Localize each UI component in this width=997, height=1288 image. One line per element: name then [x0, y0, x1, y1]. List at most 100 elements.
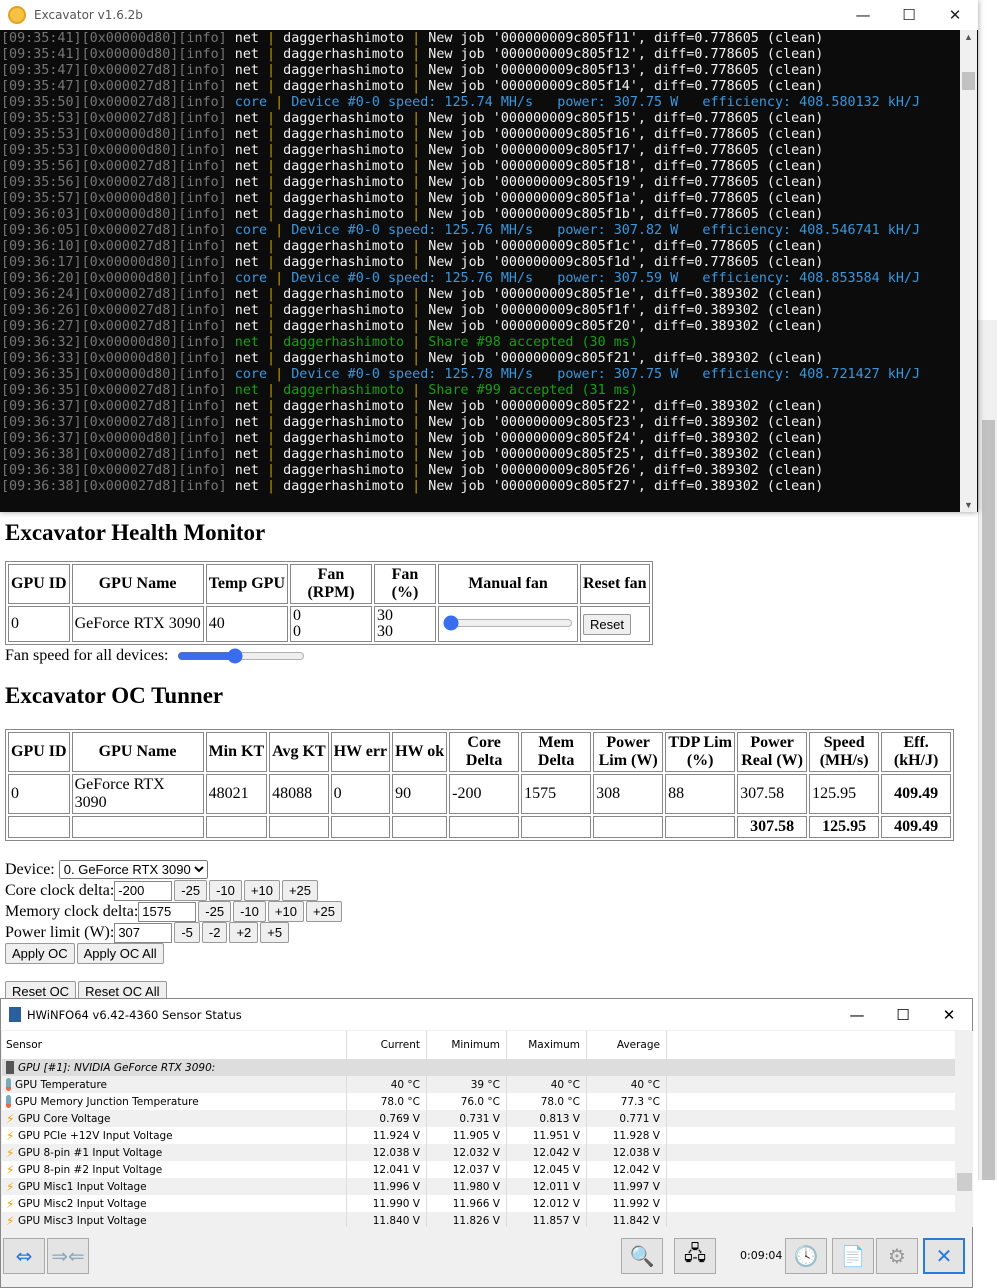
- value-text: 40 °C: [550, 1078, 580, 1091]
- sensor-value: 11.951 V: [507, 1127, 587, 1144]
- sensor-row[interactable]: ⚡ GPU Misc3 Input Voltage 11.840 V 11.826 V…: [2, 1212, 955, 1227]
- column-header[interactable]: Average: [587, 1031, 667, 1059]
- power-step-button[interactable]: +5: [260, 922, 290, 943]
- hwinfo-toolbar: ⇔ ⇒⇐ 🔍 🖧 0:09:04 🕓 📄 ⚙ ✕: [1, 1229, 972, 1287]
- device-select[interactable]: 0. GeForce RTX 3090: [58, 860, 208, 879]
- sensor-row[interactable]: ⚡ GPU 8-pin #2 Input Voltage 12.041 V 12.03…: [2, 1161, 955, 1178]
- scroll-down-icon[interactable]: ▼: [960, 500, 977, 510]
- console-scrollbar[interactable]: ▲ ▼: [960, 30, 977, 512]
- sensor-row[interactable]: GPU Temperature 40 °C 39 °C 40 °C 40 °C: [2, 1076, 955, 1093]
- settings-gear-icon[interactable]: ⚙: [876, 1238, 918, 1274]
- log-line: [09:36:27][0x000027d8][info] net | dagge…: [1, 319, 960, 335]
- power-label: Power limit (W):: [5, 923, 115, 941]
- column-header[interactable]: Current: [347, 1031, 427, 1059]
- close-x-icon[interactable]: ✕: [923, 1238, 965, 1274]
- manual-fan-slider[interactable]: [443, 614, 573, 631]
- column-header[interactable]: Minimum: [427, 1031, 507, 1059]
- log-separator: |: [258, 287, 284, 302]
- core-delta-input[interactable]: [114, 880, 173, 901]
- mem-delta-input[interactable]: [138, 901, 197, 922]
- log-module: net: [234, 175, 259, 190]
- column-header[interactable]: Maximum: [507, 1031, 587, 1059]
- log-separator: |: [258, 383, 284, 398]
- browser-scroll-thumb[interactable]: [982, 420, 995, 1180]
- log-prefix: [09:35:56][0x000027d8][info]: [1, 159, 227, 174]
- fan-all-slider[interactable]: [176, 648, 305, 664]
- sensor-label: GPU 8-pin #1 Input Voltage: [18, 1146, 163, 1159]
- sensor-scrollbar[interactable]: [956, 1031, 973, 1227]
- maximize-button[interactable]: ☐: [880, 1006, 926, 1024]
- log-module: net: [234, 111, 259, 126]
- log-module: net: [234, 31, 259, 46]
- mem-step-button[interactable]: -10: [233, 901, 266, 922]
- mem-step-button[interactable]: -25: [198, 901, 232, 922]
- clock-icon[interactable]: 🕓: [785, 1238, 827, 1274]
- apply-oc-all-button[interactable]: Apply OC All: [76, 943, 164, 964]
- sensor-row[interactable]: ⚡ GPU Misc2 Input Voltage 11.990 V 11.966 V…: [2, 1195, 955, 1212]
- log-line: [09:36:10][0x000027d8][info] net | dagge…: [1, 239, 960, 255]
- power-step-button[interactable]: +2: [229, 922, 259, 943]
- apply-oc-button[interactable]: Apply OC: [5, 943, 75, 964]
- expand-arrows-icon[interactable]: ⇔: [3, 1238, 45, 1274]
- log-prefix: [09:35:57][0x00000d80][info]: [1, 191, 227, 206]
- mem-step-button[interactable]: +25: [305, 901, 343, 922]
- sensor-scroll-thumb[interactable]: [957, 1173, 972, 1191]
- mem-step-button[interactable]: +10: [267, 901, 304, 922]
- column-header[interactable]: Sensor: [2, 1031, 347, 1059]
- sensor-name: ⚡ GPU 8-pin #2 Input Voltage: [2, 1161, 347, 1178]
- power-limit-input[interactable]: [114, 922, 173, 943]
- sensor-value: 11.990 V: [347, 1195, 427, 1212]
- log-prefix: [09:36:17][0x00000d80][info]: [1, 255, 227, 270]
- log-separator: |: [267, 271, 292, 286]
- reset-fan-button[interactable]: Reset: [583, 613, 631, 635]
- power-step-button[interactable]: -2: [201, 922, 228, 943]
- sensor-row[interactable]: ⚡ GPU Misc1 Input Voltage 11.996 V 11.980 V…: [2, 1178, 955, 1195]
- log-segment: New job '000000009c805f1c', diff=0.77860…: [428, 239, 824, 254]
- minimize-button[interactable]: —: [840, 6, 886, 24]
- table-cell: 125.95: [809, 816, 880, 838]
- sensor-value: 12.032 V: [427, 1144, 507, 1161]
- core-step-button[interactable]: -10: [209, 880, 242, 901]
- log-line: [09:36:03][0x00000d80][info] net | dagge…: [1, 207, 960, 223]
- network-icon[interactable]: 🖧: [674, 1238, 716, 1274]
- value-text: 11.966 V: [452, 1197, 500, 1210]
- log-segment: daggerhashimoto: [283, 399, 405, 414]
- log-prefix: [09:36:35][0x000027d8][info]: [1, 383, 227, 398]
- core-step-button[interactable]: -25: [174, 880, 208, 901]
- report-icon[interactable]: 🔍: [621, 1238, 663, 1274]
- add-log-icon[interactable]: 📄: [832, 1238, 874, 1274]
- value-text: 12.038 V: [612, 1146, 660, 1159]
- sensor-row[interactable]: GPU Memory Junction Temperature 78.0 °C 76…: [2, 1093, 955, 1110]
- sensor-group-row[interactable]: GPU [#1]: NVIDIA GeForce RTX 3090:: [2, 1059, 955, 1076]
- log-separator: |: [404, 207, 429, 222]
- log-separator: |: [404, 335, 429, 350]
- scroll-up-icon[interactable]: ▲: [960, 32, 977, 42]
- log-separator: |: [404, 159, 429, 174]
- value-text: 11.951 V: [532, 1129, 580, 1142]
- maximize-button[interactable]: ☐: [886, 6, 932, 24]
- sensor-label: GPU Misc2 Input Voltage: [18, 1197, 147, 1210]
- log-separator: |: [258, 239, 284, 254]
- close-button[interactable]: ✕: [926, 1006, 972, 1024]
- close-button[interactable]: ✕: [932, 6, 978, 24]
- value-text: 11.857 V: [532, 1214, 580, 1227]
- temp-gpu: 40: [205, 606, 288, 642]
- sensor-row[interactable]: ⚡ GPU Core Voltage 0.769 V 0.731 V 0.813 V 0.…: [2, 1110, 955, 1127]
- table-cell: 1575: [521, 774, 592, 814]
- sensor-row[interactable]: ⚡ GPU 8-pin #1 Input Voltage 12.038 V 12.03…: [2, 1144, 955, 1161]
- log-segment: New job '000000009c805f16', diff=0.77860…: [428, 127, 824, 142]
- table-cell: 48021: [205, 774, 268, 814]
- core-step-button[interactable]: +25: [281, 880, 319, 901]
- log-segment: daggerhashimoto: [283, 319, 405, 334]
- log-segment: daggerhashimoto: [283, 191, 405, 206]
- core-step-button[interactable]: +10: [243, 880, 280, 901]
- collapse-arrows-icon[interactable]: ⇒⇐: [47, 1238, 89, 1274]
- power-step-button[interactable]: -5: [174, 922, 200, 943]
- log-module: net: [234, 191, 259, 206]
- log-module: net: [234, 255, 259, 270]
- sensor-row[interactable]: ⚡ GPU PCIe +12V Input Voltage 11.924 V 11.9…: [2, 1127, 955, 1144]
- browser-scrollbar[interactable]: [978, 320, 997, 1180]
- console-scroll-thumb[interactable]: [962, 72, 975, 90]
- log-module: net: [234, 319, 259, 334]
- minimize-button[interactable]: —: [834, 1006, 880, 1024]
